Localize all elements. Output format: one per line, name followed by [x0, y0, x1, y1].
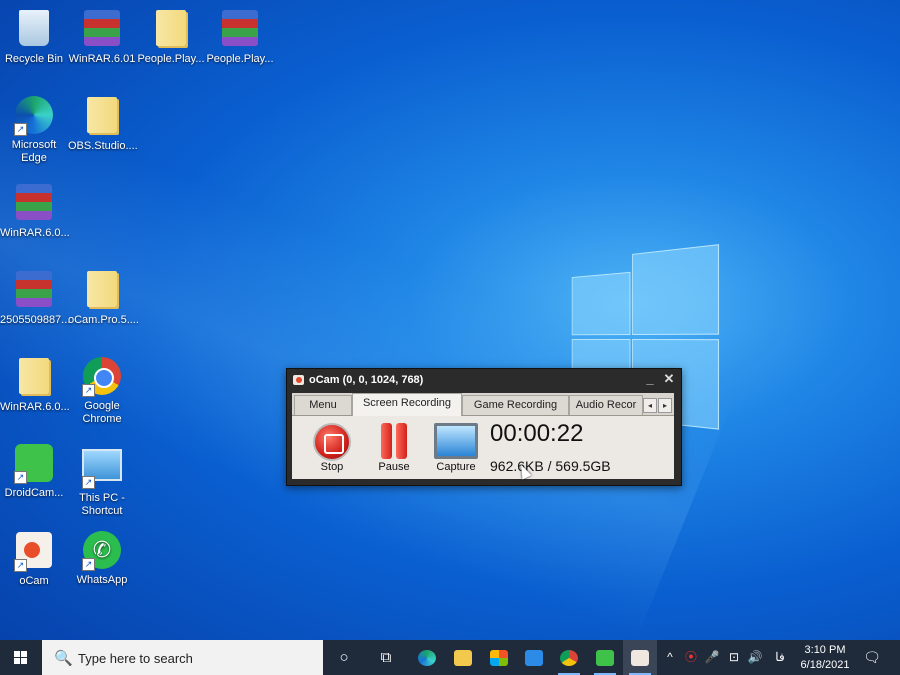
show-hidden-icons-chevron-icon[interactable]: ^ [662, 640, 678, 675]
winrar-archive-icon [222, 10, 258, 46]
stop-label: Stop [321, 461, 344, 473]
desktop-icon-2505509887[interactable]: 2505509887... [0, 269, 68, 327]
ocam-tray-record-icon[interactable]: ⦿ [682, 640, 700, 675]
stop-icon [313, 423, 351, 461]
shortcut-arrow-icon: ↗ [82, 558, 95, 571]
microphone-icon[interactable]: 🎤 [703, 640, 721, 675]
taskbar-clock[interactable]: 3:10 PM 6/18/2021 [790, 643, 860, 673]
shortcut-arrow-icon: ↗ [82, 384, 95, 397]
taskbar: 🔍 ○ ⧉ ^ ⦿ 🎤 ⊡ 🔊 فا 3:10 PM 6/18/2021 🗨 [0, 640, 900, 675]
volume-icon[interactable]: 🔊 [745, 640, 765, 675]
mail-icon [525, 650, 543, 666]
desktop-icon-people-play-1[interactable]: People.Play... [137, 8, 205, 66]
store-icon [490, 650, 508, 666]
pause-icon [377, 423, 411, 459]
ocam-titlebar[interactable]: oCam (0, 0, 1024, 768) _ ✕ [287, 369, 681, 391]
desktop-icon-google-chrome[interactable]: ↗ Google Chrome [68, 356, 136, 426]
recording-file-size: 962.6KB / 569.5GB [490, 458, 611, 474]
task-view-button[interactable]: ⧉ [369, 640, 403, 675]
chrome-icon [560, 650, 578, 666]
desktop: Recycle Bin WinRAR.6.01 People.Play... P… [0, 0, 900, 640]
ocam-panel: Menu Screen Recording Game Recording Aud… [292, 393, 674, 479]
folder-icon [156, 10, 186, 46]
search-icon: 🔍 [54, 649, 73, 667]
shortcut-arrow-icon: ↗ [14, 559, 27, 572]
shortcut-arrow-icon: ↗ [14, 123, 27, 136]
ocam-app-icon [293, 375, 304, 385]
stop-button[interactable]: Stop [309, 423, 355, 473]
tab-scroll-left-icon[interactable]: ◂ [643, 398, 657, 413]
shortcut-arrow-icon: ↗ [14, 471, 27, 484]
tab-menu[interactable]: Menu [294, 395, 352, 415]
winrar-archive-icon [16, 271, 52, 307]
desktop-icon-recycle-bin[interactable]: Recycle Bin [0, 8, 68, 66]
pause-label: Pause [378, 461, 409, 473]
ocam-window[interactable]: oCam (0, 0, 1024, 768) _ ✕ Menu Screen R… [286, 368, 682, 486]
search-input[interactable] [76, 648, 310, 668]
desktop-icon-whatsapp[interactable]: ✆ ↗ WhatsApp [68, 530, 136, 587]
folder-icon [19, 358, 49, 394]
notification-center-icon[interactable]: 🗨 [860, 640, 884, 675]
recycle-bin-icon [19, 10, 49, 46]
folder-icon [87, 271, 117, 307]
start-button[interactable] [0, 640, 42, 675]
desktop-icon-people-play-2[interactable]: People.Play... [206, 8, 274, 66]
taskbar-edge[interactable] [410, 640, 444, 675]
capture-label: Capture [436, 461, 475, 473]
folder-icon [454, 650, 472, 666]
ocam-icon [631, 650, 649, 666]
winrar-installer-icon [16, 184, 52, 220]
taskbar-search-box[interactable]: 🔍 [42, 640, 323, 675]
taskbar-mail[interactable] [517, 640, 551, 675]
desktop-icon-droidcam[interactable]: ↗ DroidCam... [0, 443, 68, 500]
windows-start-icon [14, 651, 27, 664]
tab-audio-recording[interactable]: Audio Recor [569, 395, 643, 415]
desktop-icon-winrar-60-a[interactable]: WinRAR.6.0... [0, 182, 68, 240]
taskbar-chrome[interactable] [552, 640, 586, 675]
desktop-icon-microsoft-edge[interactable]: ↗ Microsoft Edge [0, 95, 68, 165]
clock-time: 3:10 PM [790, 643, 860, 658]
desktop-icon-obs-studio[interactable]: OBS.Studio.... [68, 95, 136, 153]
ocam-title-text: oCam (0, 0, 1024, 768) [309, 374, 423, 386]
shortcut-arrow-icon: ↗ [82, 476, 95, 489]
droidcam-icon [596, 650, 614, 666]
desktop-icon-this-pc[interactable]: ↗ This PC - Shortcut [68, 443, 136, 518]
folder-icon [87, 97, 117, 133]
monitor-capture-icon [434, 423, 478, 459]
tab-screen-recording[interactable]: Screen Recording [352, 393, 462, 416]
taskbar-ocam[interactable] [623, 640, 657, 675]
winrar-archive-icon [84, 10, 120, 46]
network-icon[interactable]: ⊡ [724, 640, 744, 675]
input-language-indicator[interactable]: فا [770, 640, 790, 675]
edge-icon [418, 650, 436, 666]
taskbar-file-explorer[interactable] [446, 640, 480, 675]
tab-game-recording[interactable]: Game Recording [462, 395, 569, 415]
desktop-icon-ocam[interactable]: ↗ oCam [0, 530, 68, 588]
taskbar-droidcam[interactable] [588, 640, 622, 675]
cortana-button[interactable]: ○ [327, 640, 361, 675]
recording-timer: 00:00:22 [490, 420, 583, 448]
taskbar-store[interactable] [482, 640, 516, 675]
ocam-tab-bar: Menu Screen Recording Game Recording Aud… [292, 393, 674, 416]
clock-date: 6/18/2021 [790, 658, 860, 673]
desktop-icon-winrar-601[interactable]: WinRAR.6.01 [68, 8, 136, 66]
tab-scroll-right-icon[interactable]: ▸ [658, 398, 672, 413]
close-button[interactable]: ✕ [660, 369, 678, 391]
minimize-button[interactable]: _ [641, 369, 659, 391]
pause-button[interactable]: Pause [371, 423, 417, 473]
desktop-icon-winrar-60-b[interactable]: WinRAR.6.0... [0, 356, 68, 414]
desktop-icon-ocam-pro[interactable]: oCam.Pro.5.... [68, 269, 136, 327]
capture-button[interactable]: Capture [433, 423, 479, 473]
